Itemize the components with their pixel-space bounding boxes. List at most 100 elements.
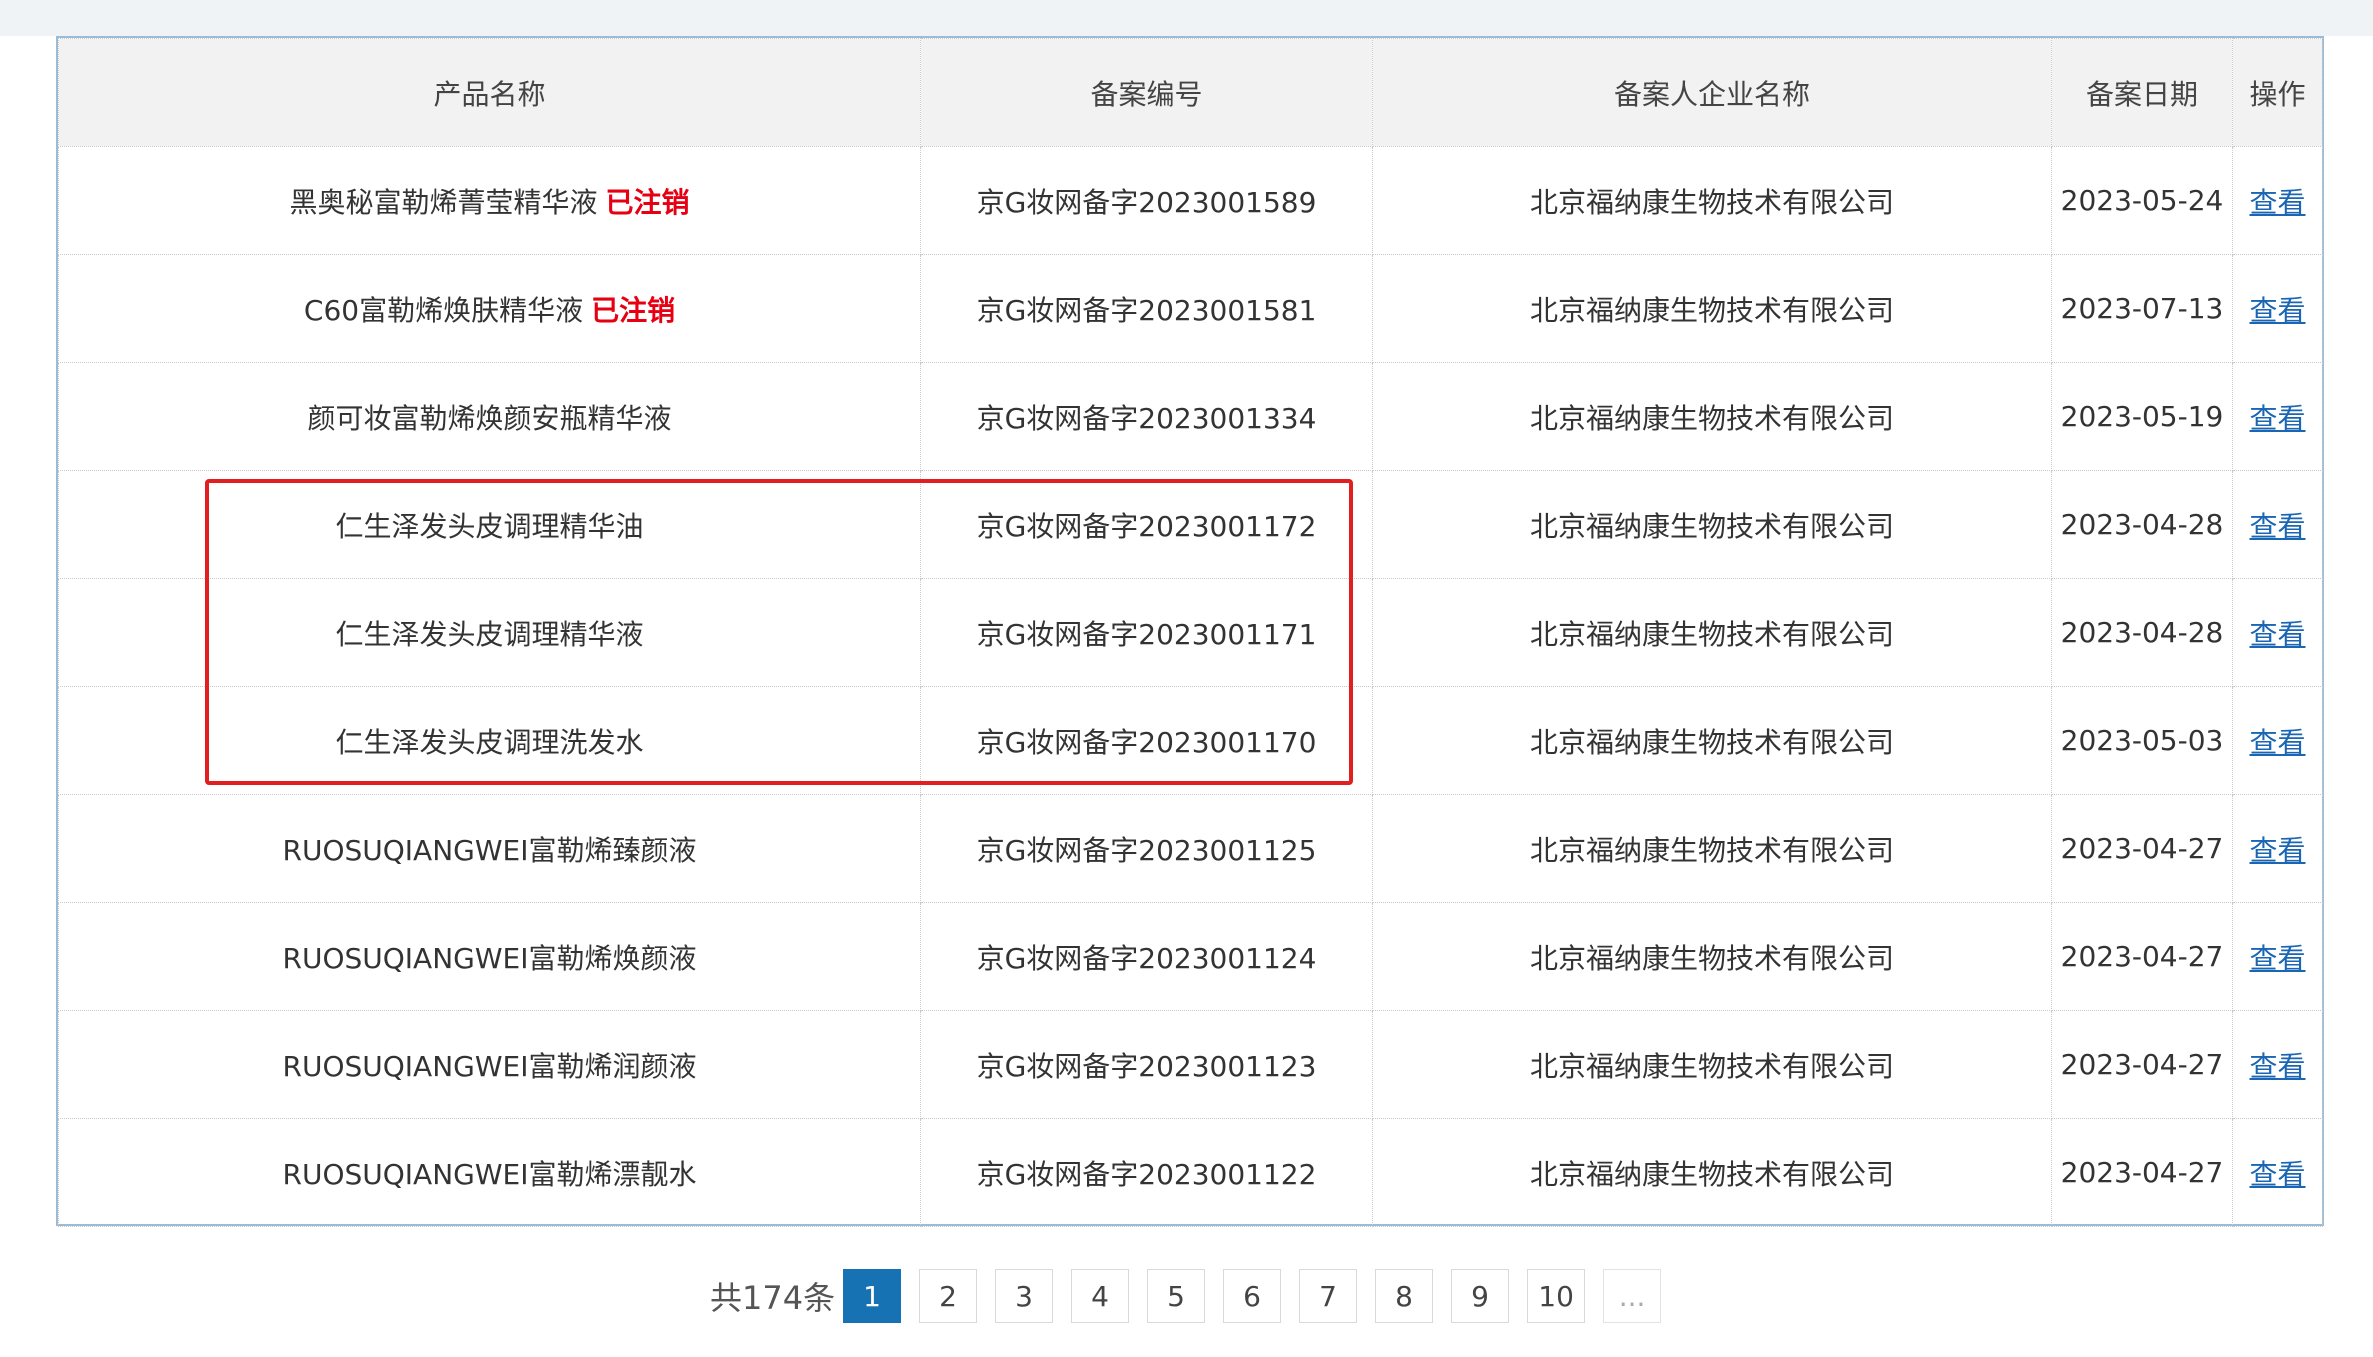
page-button-6[interactable]: 6 bbox=[1223, 1269, 1282, 1323]
record-code-cell: 京G妆网备字2023001125 bbox=[920, 794, 1373, 903]
record-date-cell: 2023-04-27 bbox=[2051, 1010, 2233, 1119]
record-date-cell: 2023-04-28 bbox=[2051, 578, 2233, 687]
action-cell: 查看 bbox=[2232, 794, 2323, 903]
product-name: RUOSUQIANGWEI富勒烯焕颜液 bbox=[282, 941, 697, 975]
record-date-cell: 2023-04-27 bbox=[2051, 794, 2233, 903]
top-strip bbox=[0, 0, 2373, 36]
table-row: 仁生泽发头皮调理精华液 京G妆网备字2023001171 北京福纳康生物技术有限公司… bbox=[58, 578, 2323, 687]
view-link[interactable]: 查看 bbox=[2249, 942, 2305, 975]
record-date-cell: 2023-07-13 bbox=[2051, 254, 2233, 363]
page-button-4[interactable]: 4 bbox=[1071, 1269, 1130, 1323]
cancelled-badge: 已注销 bbox=[605, 185, 690, 219]
page-button-2[interactable]: 2 bbox=[919, 1269, 978, 1323]
header-product-name: 产品名称 bbox=[58, 38, 921, 147]
product-name: 仁生泽发头皮调理洗发水 bbox=[335, 725, 644, 759]
company-name-cell: 北京福纳康生物技术有限公司 bbox=[1372, 902, 2052, 1011]
action-cell: 查看 bbox=[2232, 470, 2323, 579]
header-record-date: 备案日期 bbox=[2051, 38, 2233, 147]
table-row: RUOSUQIANGWEI富勒烯焕颜液 京G妆网备字2023001124 北京福纳康… bbox=[58, 902, 2323, 1011]
table-row: 颜可妆富勒烯焕颜安瓶精华液 京G妆网备字2023001334 北京福纳康生物技术有限… bbox=[58, 362, 2323, 471]
record-date-cell: 2023-04-28 bbox=[2051, 470, 2233, 579]
company-name-cell: 北京福纳康生物技术有限公司 bbox=[1372, 1010, 2052, 1119]
action-cell: 查看 bbox=[2232, 254, 2323, 363]
product-name-cell: RUOSUQIANGWEI富勒烯焕颜液 bbox=[58, 902, 921, 1011]
table-body: 黑奥秘富勒烯菁莹精华液 已注销 京G妆网备字2023001589 北京福纳康生物技术有… bbox=[58, 146, 2323, 1227]
table-row: RUOSUQIANGWEI富勒烯润颜液 京G妆网备字2023001123 北京福纳康… bbox=[58, 1010, 2323, 1119]
header-action: 操作 bbox=[2232, 38, 2323, 147]
record-code-cell: 京G妆网备字2023001123 bbox=[920, 1010, 1373, 1119]
company-name-cell: 北京福纳康生物技术有限公司 bbox=[1372, 1118, 2052, 1227]
record-code-cell: 京G妆网备字2023001581 bbox=[920, 254, 1373, 363]
record-date-cell: 2023-05-24 bbox=[2051, 146, 2233, 255]
action-cell: 查看 bbox=[2232, 146, 2323, 255]
record-code-cell: 京G妆网备字2023001170 bbox=[920, 686, 1373, 795]
company-name-cell: 北京福纳康生物技术有限公司 bbox=[1372, 146, 2052, 255]
product-name: RUOSUQIANGWEI富勒烯臻颜液 bbox=[282, 833, 697, 867]
action-cell: 查看 bbox=[2232, 362, 2323, 471]
page-button-1[interactable]: 1 bbox=[843, 1269, 902, 1323]
action-cell: 查看 bbox=[2232, 1118, 2323, 1227]
page-button-8[interactable]: 8 bbox=[1375, 1269, 1434, 1323]
view-link[interactable]: 查看 bbox=[2249, 618, 2305, 651]
product-name: 黑奥秘富勒烯菁莹精华液 bbox=[289, 185, 598, 219]
header-record-code: 备案编号 bbox=[920, 38, 1373, 147]
page-ellipsis-button[interactable]: ... bbox=[1603, 1269, 1662, 1323]
table-row: 黑奥秘富勒烯菁莹精华液 已注销 京G妆网备字2023001589 北京福纳康生物技术有… bbox=[58, 146, 2323, 255]
view-link[interactable]: 查看 bbox=[2249, 402, 2305, 435]
company-name-cell: 北京福纳康生物技术有限公司 bbox=[1372, 686, 2052, 795]
record-date-cell: 2023-05-19 bbox=[2051, 362, 2233, 471]
page-button-9[interactable]: 9 bbox=[1451, 1269, 1510, 1323]
view-link[interactable]: 查看 bbox=[2249, 834, 2305, 867]
product-name: 仁生泽发头皮调理精华液 bbox=[335, 617, 644, 651]
table-row: RUOSUQIANGWEI富勒烯漂靓水 京G妆网备字2023001122 北京福纳康… bbox=[58, 1118, 2323, 1227]
product-name: RUOSUQIANGWEI富勒烯漂靓水 bbox=[282, 1157, 697, 1191]
record-date-cell: 2023-04-27 bbox=[2051, 902, 2233, 1011]
product-name-cell: 仁生泽发头皮调理精华油 bbox=[58, 470, 921, 579]
company-name-cell: 北京福纳康生物技术有限公司 bbox=[1372, 254, 2052, 363]
product-name-cell: 仁生泽发头皮调理洗发水 bbox=[58, 686, 921, 795]
table-row: 仁生泽发头皮调理精华油 京G妆网备字2023001172 北京福纳康生物技术有限公司… bbox=[58, 470, 2323, 579]
product-name: 颜可妆富勒烯焕颜安瓶精华液 bbox=[307, 401, 672, 435]
page-button-3[interactable]: 3 bbox=[995, 1269, 1054, 1323]
view-link[interactable]: 查看 bbox=[2249, 726, 2305, 759]
product-name: C60富勒烯焕肤精华液 bbox=[303, 293, 584, 327]
company-name-cell: 北京福纳康生物技术有限公司 bbox=[1372, 362, 2052, 471]
company-name-cell: 北京福纳康生物技术有限公司 bbox=[1372, 794, 2052, 903]
table-row: C60富勒烯焕肤精华液 已注销 京G妆网备字2023001581 北京福纳康生物技术有… bbox=[58, 254, 2323, 363]
product-name-cell: 黑奥秘富勒烯菁莹精华液 已注销 bbox=[58, 146, 921, 255]
view-link[interactable]: 查看 bbox=[2249, 186, 2305, 219]
product-name-cell: 仁生泽发头皮调理精华液 bbox=[58, 578, 921, 687]
record-code-cell: 京G妆网备字2023001334 bbox=[920, 362, 1373, 471]
company-name-cell: 北京福纳康生物技术有限公司 bbox=[1372, 470, 2052, 579]
page-button-10[interactable]: 10 bbox=[1527, 1269, 1586, 1323]
action-cell: 查看 bbox=[2232, 686, 2323, 795]
product-name: RUOSUQIANGWEI富勒烯润颜液 bbox=[282, 1049, 697, 1083]
view-link[interactable]: 查看 bbox=[2249, 294, 2305, 327]
product-name-cell: RUOSUQIANGWEI富勒烯臻颜液 bbox=[58, 794, 921, 903]
company-name-cell: 北京福纳康生物技术有限公司 bbox=[1372, 578, 2052, 687]
header-company-name: 备案人企业名称 bbox=[1372, 38, 2052, 147]
total-count: 共174条 bbox=[710, 1279, 836, 1317]
table-row: 仁生泽发头皮调理洗发水 京G妆网备字2023001170 北京福纳康生物技术有限公司… bbox=[58, 686, 2323, 795]
action-cell: 查看 bbox=[2232, 902, 2323, 1011]
pagination: 共174条 1 2 3 4 5 6 7 8 9 10... bbox=[710, 1268, 1679, 1324]
product-name-cell: RUOSUQIANGWEI富勒烯漂靓水 bbox=[58, 1118, 921, 1227]
view-link[interactable]: 查看 bbox=[2249, 1050, 2305, 1083]
record-code-cell: 京G妆网备字2023001122 bbox=[920, 1118, 1373, 1227]
record-code-cell: 京G妆网备字2023001171 bbox=[920, 578, 1373, 687]
action-cell: 查看 bbox=[2232, 578, 2323, 687]
product-name-cell: C60富勒烯焕肤精华液 已注销 bbox=[58, 254, 921, 363]
view-link[interactable]: 查看 bbox=[2249, 510, 2305, 543]
records-table-container: 产品名称 备案编号 备案人企业名称 备案日期 操作 黑奥秘富勒烯菁莹精华液 已注销… bbox=[56, 36, 2324, 1227]
product-name: 仁生泽发头皮调理精华油 bbox=[335, 509, 644, 543]
page-button-5[interactable]: 5 bbox=[1147, 1269, 1206, 1323]
product-name-cell: RUOSUQIANGWEI富勒烯润颜液 bbox=[58, 1010, 921, 1119]
records-table: 产品名称 备案编号 备案人企业名称 备案日期 操作 黑奥秘富勒烯菁莹精华液 已注销… bbox=[58, 38, 2323, 1227]
record-code-cell: 京G妆网备字2023001124 bbox=[920, 902, 1373, 1011]
page-button-7[interactable]: 7 bbox=[1299, 1269, 1358, 1323]
table-row: RUOSUQIANGWEI富勒烯臻颜液 京G妆网备字2023001125 北京福纳康… bbox=[58, 794, 2323, 903]
product-name-cell: 颜可妆富勒烯焕颜安瓶精华液 bbox=[58, 362, 921, 471]
table-header-row: 产品名称 备案编号 备案人企业名称 备案日期 操作 bbox=[58, 38, 2323, 147]
record-date-cell: 2023-04-27 bbox=[2051, 1118, 2233, 1227]
view-link[interactable]: 查看 bbox=[2249, 1158, 2305, 1191]
